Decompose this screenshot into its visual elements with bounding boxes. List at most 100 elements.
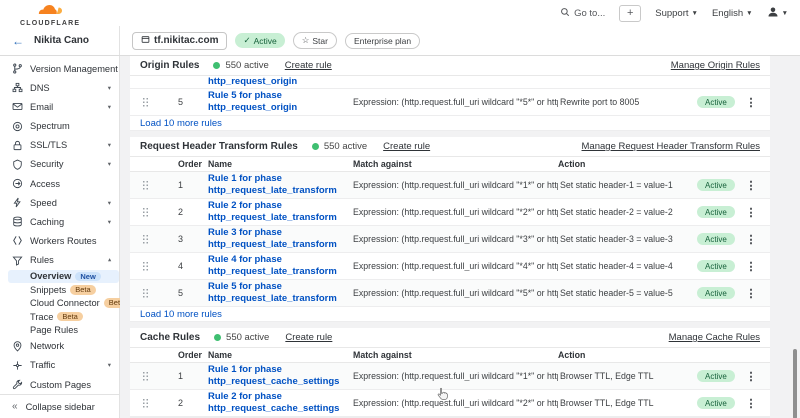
sidebar-item-rules-snippets[interactable]: Snippets Beta xyxy=(0,283,119,296)
sidebar-item-network[interactable]: Network xyxy=(0,337,119,356)
manage-transform-rules-link[interactable]: Manage Request Header Transform Rules xyxy=(582,141,760,152)
kebab-menu-icon[interactable]: ⋮ xyxy=(743,397,759,410)
sidebar-item-version-management[interactable]: Version Management xyxy=(0,59,119,78)
load-more-rules-link[interactable]: Load 10 more rules xyxy=(130,307,770,322)
database-icon xyxy=(12,216,24,228)
main-content: Origin Rules 550 active Create rule Mana… xyxy=(120,56,800,418)
table-row-partial: http_request_origin xyxy=(130,76,770,89)
drag-handle-icon[interactable] xyxy=(142,398,149,408)
section-title: Cache Rules xyxy=(140,332,200,343)
zone-status-badge: ✓ Active xyxy=(235,33,284,48)
status-badge: Active xyxy=(697,233,735,245)
sidebar-item-ssl-tls[interactable]: SSL/TLS ▾ xyxy=(0,136,119,155)
manage-cache-rules-link[interactable]: Manage Cache Rules xyxy=(669,332,760,343)
sidebar-item-rules-trace[interactable]: Trace Beta xyxy=(0,310,119,323)
collapse-sidebar-button[interactable]: « Collapse sidebar xyxy=(0,394,119,418)
shield-icon xyxy=(12,158,24,170)
sidebar-item-caching[interactable]: Caching ▾ xyxy=(0,212,119,231)
sidebar-nav: Version Management DNS ▾ Email ▾ xyxy=(0,56,120,418)
active-count: 550 active xyxy=(226,332,269,343)
add-button[interactable]: + xyxy=(619,5,641,22)
kebab-menu-icon[interactable]: ⋮ xyxy=(743,179,759,192)
drag-handle-icon[interactable] xyxy=(142,234,149,244)
rule-name-link[interactable]: Rule 5 for phasehttp_request_late_transf… xyxy=(208,281,353,305)
active-dot-icon xyxy=(213,62,220,69)
cloudflare-cloud-icon xyxy=(35,3,65,19)
drag-handle-icon[interactable] xyxy=(142,97,149,107)
manage-origin-rules-link[interactable]: Manage Origin Rules xyxy=(671,60,760,71)
sidebar-item-rules-overview[interactable]: Overview New xyxy=(8,270,119,283)
drag-handle-icon[interactable] xyxy=(142,180,149,190)
sidebar-item-rules[interactable]: Rules ▾ xyxy=(0,251,119,270)
kebab-menu-icon[interactable]: ⋮ xyxy=(743,233,759,246)
access-icon xyxy=(12,178,24,190)
star-button[interactable]: ☆ Star xyxy=(293,32,337,49)
sidebar-item-access[interactable]: Access xyxy=(0,174,119,193)
sidebar-item-speed[interactable]: Speed ▾ xyxy=(0,193,119,212)
check-icon: ✓ xyxy=(243,35,250,46)
chevron-down-icon: ▾ xyxy=(108,160,111,168)
sidebar-item-traffic[interactable]: Traffic ▾ xyxy=(0,356,119,375)
rule-name-link[interactable]: Rule 5 for phase http_request_origin xyxy=(208,90,353,114)
kebab-menu-icon[interactable]: ⋮ xyxy=(743,370,759,383)
zone-selector[interactable]: tf.nikitac.com xyxy=(132,32,227,50)
sidebar-item-spectrum[interactable]: Spectrum xyxy=(0,116,119,135)
origin-rules-header: Origin Rules 550 active Create rule Mana… xyxy=(130,56,770,76)
drag-handle-icon[interactable] xyxy=(142,288,149,298)
load-more-rules-link[interactable]: Load 10 more rules xyxy=(130,116,770,131)
table-column-headers: Order Name Match against Action xyxy=(130,348,770,363)
kebab-menu-icon[interactable]: ⋮ xyxy=(743,206,759,219)
rule-name-link[interactable]: Rule 1 for phasehttp_request_late_transf… xyxy=(208,173,353,197)
sidebar-item-custom-pages[interactable]: Custom Pages xyxy=(0,375,119,394)
rule-name-link[interactable]: Rule 1 for phasehttp_request_cache_setti… xyxy=(208,364,353,388)
column-action: Action xyxy=(558,159,697,169)
kebab-menu-icon[interactable]: ⋮ xyxy=(743,287,759,300)
column-order: Order xyxy=(178,159,208,169)
sidebar-item-security[interactable]: Security ▾ xyxy=(0,155,119,174)
rule-name-link[interactable]: Rule 2 for phasehttp_request_cache_setti… xyxy=(208,391,353,415)
create-rule-link[interactable]: Create rule xyxy=(285,60,332,71)
sidebar-item-workers-routes[interactable]: Workers Routes xyxy=(0,231,119,250)
rule-name-link[interactable]: Rule 2 for phasehttp_request_late_transf… xyxy=(208,200,353,224)
rule-name-link[interactable]: http_request_origin xyxy=(208,76,353,88)
user-icon xyxy=(767,6,779,21)
user-menu[interactable]: ▼ xyxy=(767,6,788,21)
support-menu[interactable]: Support ▼ xyxy=(655,8,698,19)
cloudflare-logo[interactable]: CLOUDFLARE xyxy=(20,3,80,27)
top-bar: CLOUDFLARE Go to... + Support ▼ English xyxy=(0,0,800,26)
account-header: ← Nikita Cano xyxy=(0,26,120,55)
create-rule-link[interactable]: Create rule xyxy=(383,141,430,152)
table-row: 2 Rule 2 for phasehttp_request_cache_set… xyxy=(130,390,770,417)
beta-badge: Beta xyxy=(70,285,95,295)
kebab-menu-icon[interactable]: ⋮ xyxy=(743,260,759,273)
sidebar-item-email[interactable]: Email ▾ xyxy=(0,97,119,116)
sidebar-item-rules-cloud-connector[interactable]: Cloud Connector Beta xyxy=(0,297,119,310)
sub-header: ← Nikita Cano tf.nikitac.com ✓ Active ☆ … xyxy=(0,26,800,56)
rule-name-link[interactable]: Rule 4 for phasehttp_request_late_transf… xyxy=(208,254,353,278)
status-badge: Active xyxy=(697,260,735,272)
language-menu[interactable]: English ▼ xyxy=(712,8,753,19)
wrench-icon xyxy=(12,379,24,391)
kebab-menu-icon[interactable]: ⋮ xyxy=(743,96,759,109)
chevron-down-icon: ▾ xyxy=(108,361,111,369)
table-row: 5 Rule 5 for phase http_request_origin E… xyxy=(130,89,770,116)
lightning-icon xyxy=(12,197,24,209)
drag-handle-icon[interactable] xyxy=(142,261,149,271)
spectrum-icon xyxy=(12,120,24,132)
sidebar-item-dns[interactable]: DNS ▾ xyxy=(0,78,119,97)
rule-order: 5 xyxy=(178,97,208,107)
scrollbar-thumb[interactable] xyxy=(793,349,797,418)
active-count: 550 active xyxy=(324,141,367,152)
drag-handle-icon[interactable] xyxy=(142,207,149,217)
drag-handle-icon[interactable] xyxy=(142,371,149,381)
rule-name-link[interactable]: Rule 3 for phasehttp_request_late_transf… xyxy=(208,227,353,251)
sidebar-item-rules-page-rules[interactable]: Page Rules xyxy=(0,323,119,336)
create-rule-link[interactable]: Create rule xyxy=(285,332,332,343)
lock-icon xyxy=(12,139,24,151)
goto-search[interactable]: Go to... xyxy=(560,7,605,20)
account-name: Nikita Cano xyxy=(34,35,89,46)
table-row: 3 Rule 3 for phasehttp_request_late_tran… xyxy=(130,226,770,253)
back-arrow-icon[interactable]: ← xyxy=(12,34,24,48)
chevron-up-icon: ▾ xyxy=(108,256,111,264)
chevron-down-icon: ▾ xyxy=(108,84,111,92)
